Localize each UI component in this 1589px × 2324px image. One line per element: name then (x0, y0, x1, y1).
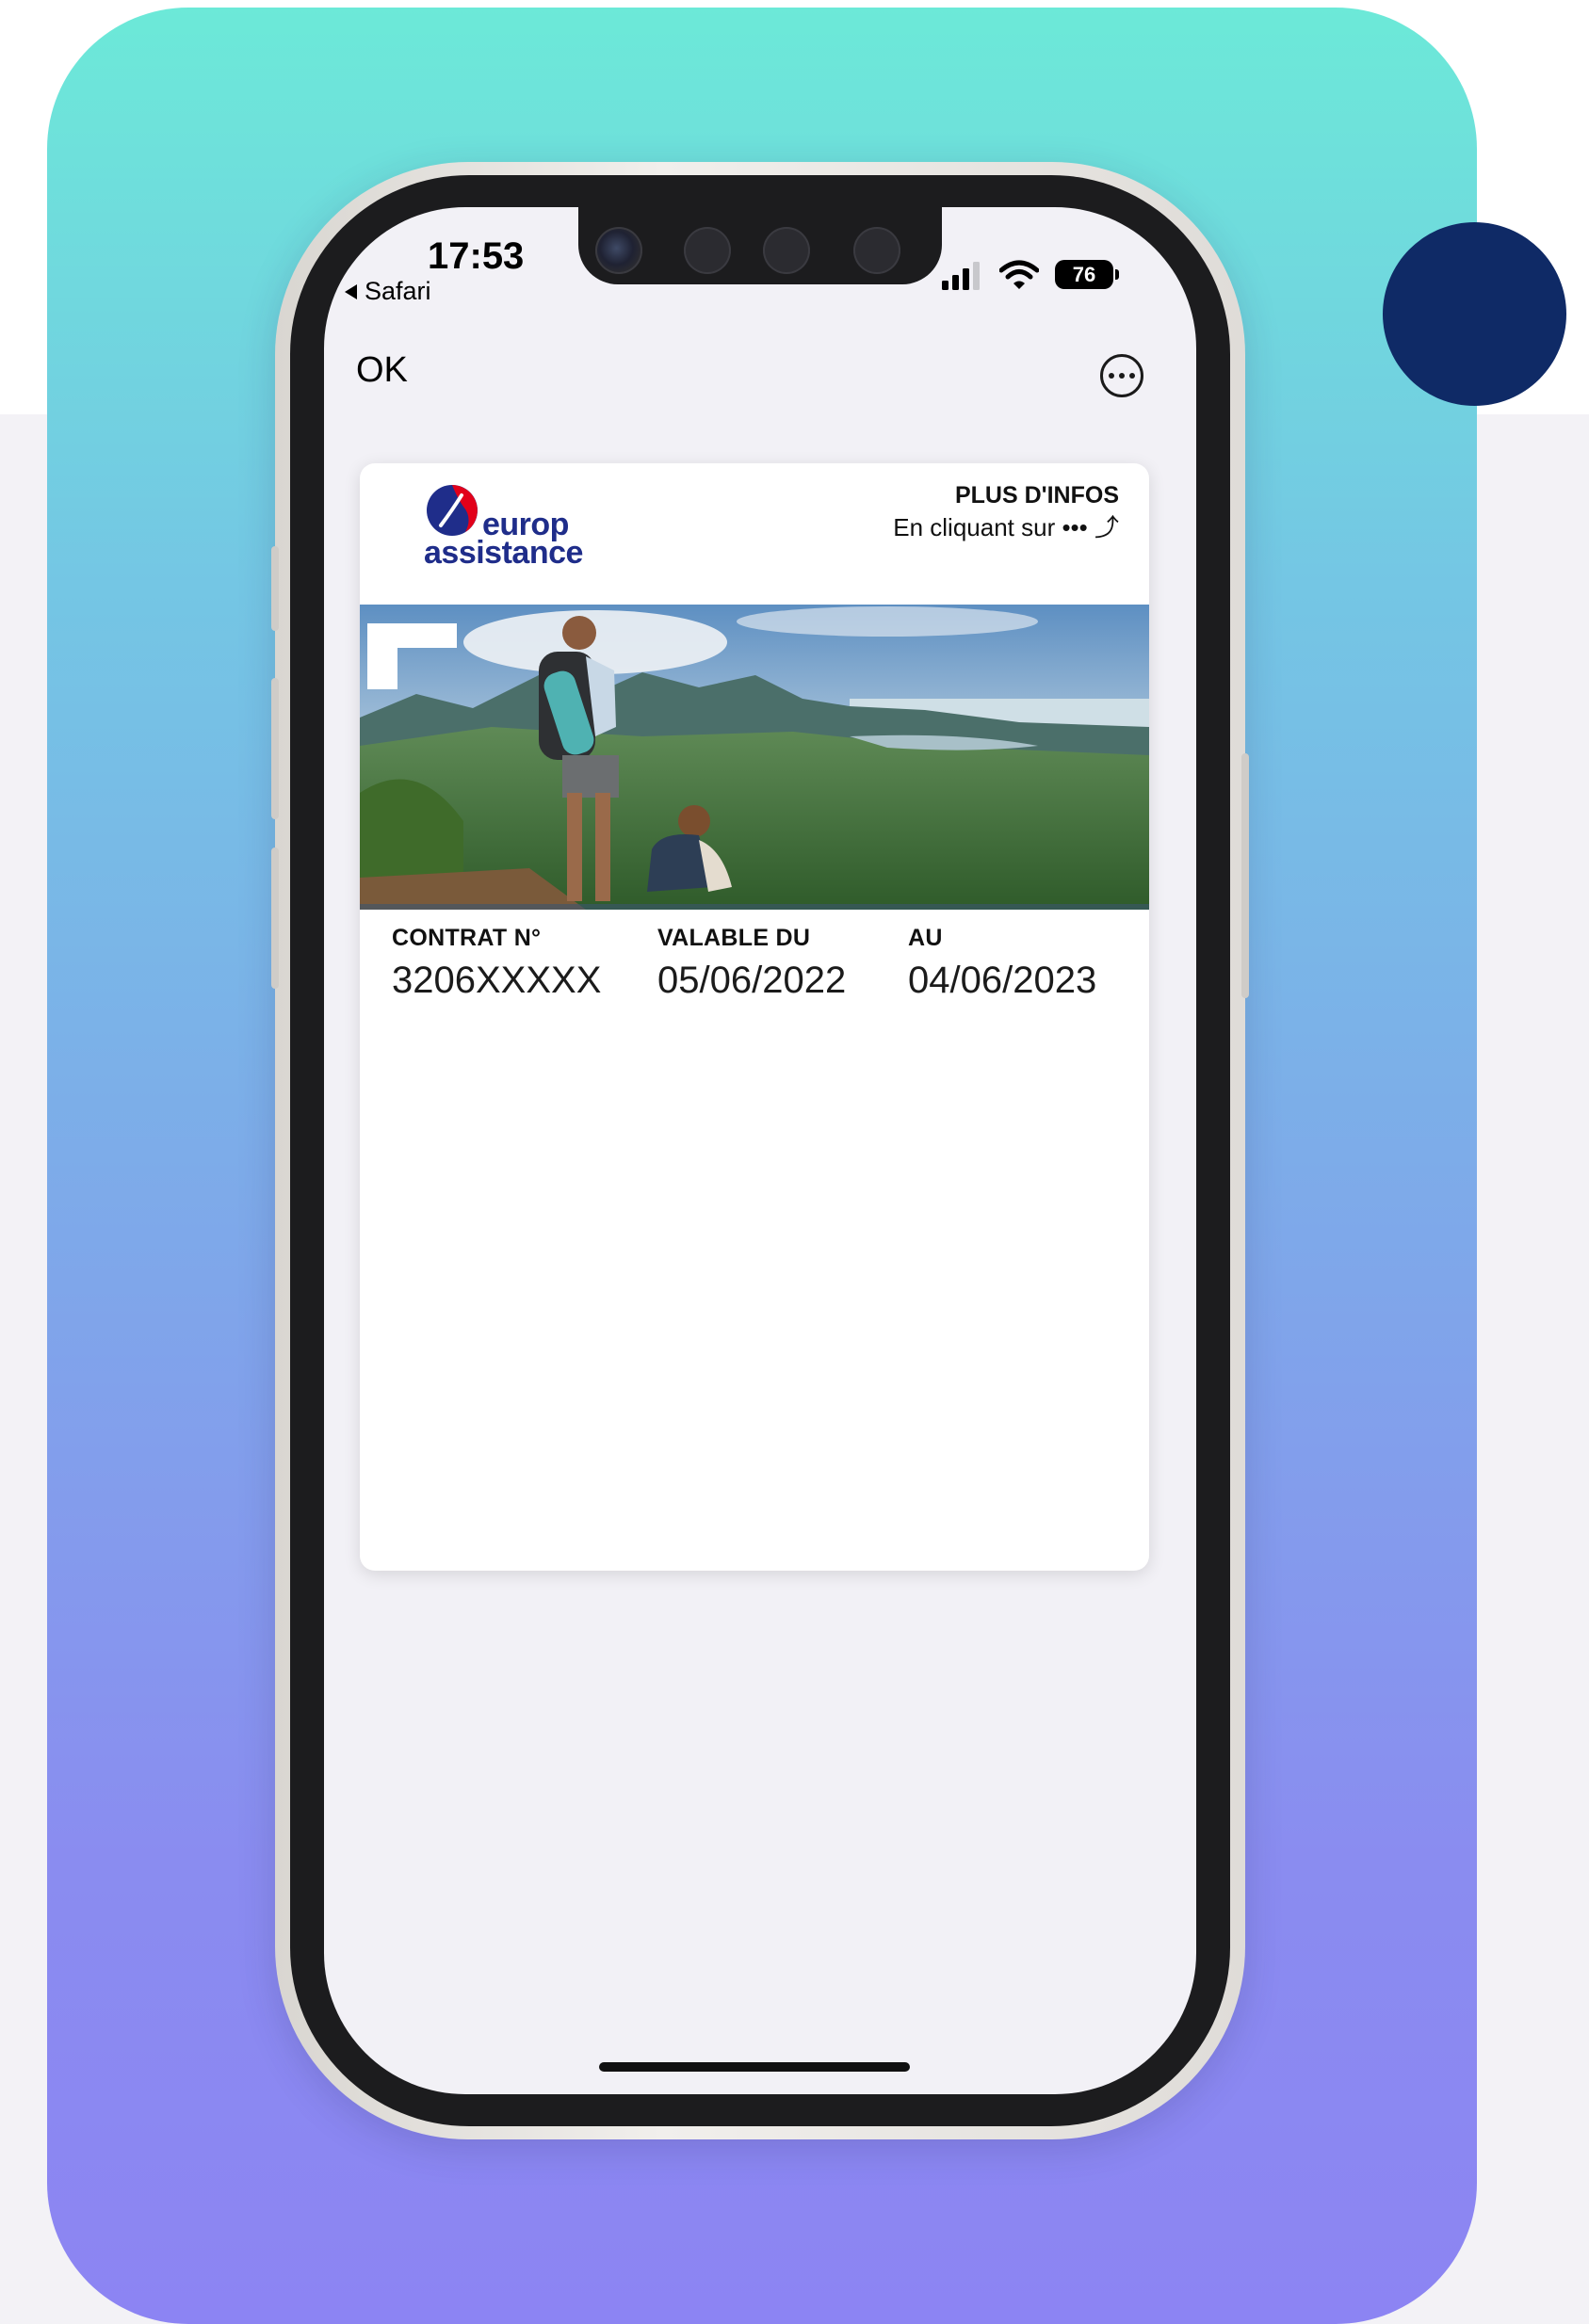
more-options-button[interactable] (1100, 354, 1143, 397)
wifi-icon (999, 260, 1039, 289)
sensor-icon (684, 227, 731, 274)
phone-side-button (1241, 753, 1249, 998)
battery-indicator: 76 (1055, 260, 1113, 289)
contract-number-value: 3206XXXXX (392, 960, 602, 1001)
phone-volume-button (271, 546, 279, 631)
back-to-app-link[interactable]: Safari (345, 277, 431, 306)
front-camera-icon (595, 227, 642, 274)
camera-notch (578, 207, 942, 284)
phone-volume-button (271, 847, 279, 989)
decorative-circle (1383, 222, 1566, 406)
valid-until-field: AU 04/06/2023 (908, 925, 1096, 1002)
valid-until-value: 04/06/2023 (908, 960, 1097, 1001)
status-time: 17:53 (428, 235, 525, 277)
cellular-signal-icon (942, 262, 980, 290)
phone-screen: 17:53 Safari 76 OK europ assistance PLUS… (324, 207, 1196, 2094)
ellipsis-dot (1119, 373, 1125, 379)
wallet-pass-card[interactable]: europ assistance PLUS D'INFOS En cliquan… (360, 463, 1149, 1571)
ellipsis-dot (1109, 373, 1114, 379)
field-label: VALABLE DU (657, 925, 811, 951)
more-info-hint: En cliquant sur ••• ⤴ (893, 513, 1119, 541)
brand-wordmark-line2: assistance (424, 535, 583, 571)
battery-tip (1115, 269, 1119, 280)
back-app-label: Safari (365, 277, 431, 305)
field-label: CONTRAT N° (392, 925, 542, 951)
valid-from-value: 05/06/2022 (657, 960, 847, 1001)
ellipsis-dot (1129, 373, 1135, 379)
field-label: AU (908, 925, 943, 951)
contract-number-field: CONTRAT N° 3206XXXXX (392, 925, 601, 1002)
ok-button[interactable]: OK (356, 350, 408, 391)
europ-assistance-logo: europ assistance (424, 482, 584, 576)
more-info-title: PLUS D'INFOS (954, 482, 1119, 508)
brand-mark-icon (427, 485, 478, 536)
hikers-landscape-photo (360, 605, 1149, 910)
sensor-icon (853, 227, 900, 274)
sensor-icon (763, 227, 810, 274)
phone-volume-button (271, 678, 279, 819)
home-indicator[interactable] (599, 2062, 910, 2072)
back-arrow-icon (345, 283, 357, 299)
valid-from-field: VALABLE DU 05/06/2022 (657, 925, 846, 1002)
